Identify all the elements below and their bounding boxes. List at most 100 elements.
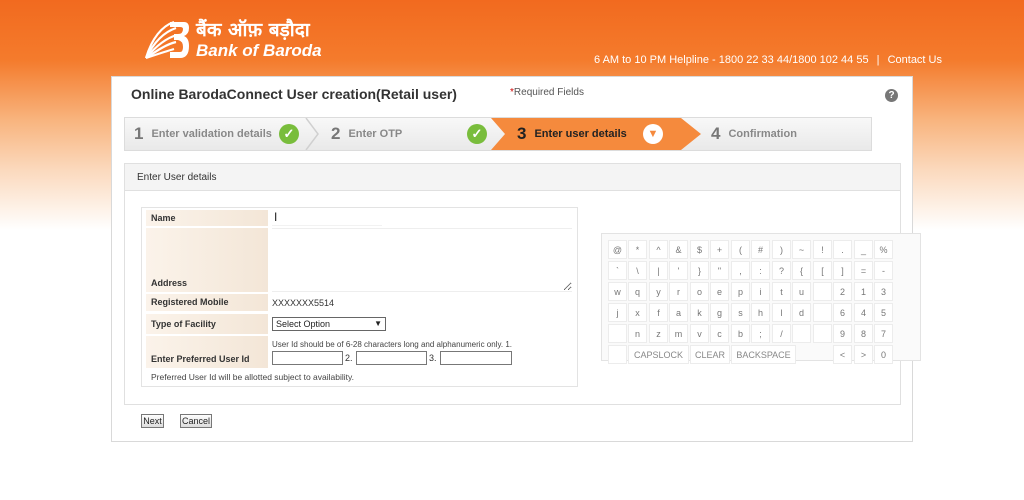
backspace-key[interactable]: BACKSPACE bbox=[731, 345, 796, 364]
helpline-separator: | bbox=[876, 54, 880, 66]
key[interactable]: z bbox=[649, 324, 668, 343]
key[interactable]: < bbox=[833, 345, 852, 364]
key[interactable]: n bbox=[628, 324, 647, 343]
address-input[interactable] bbox=[272, 228, 572, 292]
key[interactable]: ' bbox=[669, 261, 688, 280]
step-4-label: Confirmation bbox=[728, 128, 797, 140]
key[interactable]: l bbox=[772, 303, 791, 322]
key[interactable]: s bbox=[731, 303, 750, 322]
key[interactable]: p bbox=[731, 282, 750, 301]
key[interactable]: a bbox=[669, 303, 688, 322]
key[interactable]: . bbox=[833, 240, 852, 259]
key[interactable]: g bbox=[710, 303, 729, 322]
key[interactable]: ( bbox=[731, 240, 750, 259]
cancel-button[interactable]: Cancel bbox=[180, 414, 212, 428]
userid-hint: User Id should be of 6-28 characters lon… bbox=[272, 340, 512, 349]
key[interactable]: ~ bbox=[792, 240, 811, 259]
key[interactable]: ) bbox=[772, 240, 791, 259]
required-fields-note: *Required Fields bbox=[510, 87, 584, 98]
key[interactable]: 6 bbox=[833, 303, 852, 322]
key[interactable]: \ bbox=[628, 261, 647, 280]
key[interactable]: k bbox=[690, 303, 709, 322]
key[interactable]: 2 bbox=[833, 282, 852, 301]
key[interactable]: y bbox=[649, 282, 668, 301]
key[interactable]: + bbox=[710, 240, 729, 259]
key[interactable]: t bbox=[772, 282, 791, 301]
key[interactable]: i bbox=[751, 282, 770, 301]
key[interactable]: @ bbox=[608, 240, 627, 259]
key-blank bbox=[608, 345, 627, 364]
step-1-check-icon: ✓ bbox=[279, 124, 299, 144]
key[interactable]: & bbox=[669, 240, 688, 259]
key[interactable]: : bbox=[751, 261, 770, 280]
key[interactable]: # bbox=[751, 240, 770, 259]
step-3-dropdown-icon: ▼ bbox=[643, 124, 663, 144]
name-label: Name bbox=[146, 210, 268, 226]
clear-key[interactable]: CLEAR bbox=[690, 345, 730, 364]
key[interactable]: o bbox=[690, 282, 709, 301]
key[interactable]: ! bbox=[813, 240, 832, 259]
key[interactable]: - bbox=[874, 261, 893, 280]
step-2: 2 Enter OTP bbox=[331, 118, 402, 150]
next-button[interactable]: Next bbox=[141, 414, 164, 428]
key[interactable]: ] bbox=[833, 261, 852, 280]
key-blank bbox=[813, 303, 832, 322]
name-input[interactable] bbox=[272, 210, 382, 226]
brand-english: Bank of Baroda bbox=[196, 41, 322, 60]
key[interactable]: w bbox=[608, 282, 627, 301]
key[interactable]: [ bbox=[813, 261, 832, 280]
key-blank bbox=[608, 324, 627, 343]
key[interactable]: x bbox=[628, 303, 647, 322]
key[interactable]: , bbox=[731, 261, 750, 280]
key[interactable]: f bbox=[649, 303, 668, 322]
key[interactable]: e bbox=[710, 282, 729, 301]
key[interactable]: | bbox=[649, 261, 668, 280]
key[interactable]: ? bbox=[772, 261, 791, 280]
helpline-text: 6 AM to 10 PM Helpline - 1800 22 33 44/1… bbox=[594, 54, 869, 66]
page-title: Online BarodaConnect User creation(Retai… bbox=[131, 86, 457, 102]
contact-us-link[interactable]: Contact Us bbox=[888, 54, 942, 66]
userid-input-2[interactable] bbox=[356, 351, 427, 365]
key[interactable]: ` bbox=[608, 261, 627, 280]
userid-input-3[interactable] bbox=[440, 351, 512, 365]
key[interactable]: 1 bbox=[854, 282, 873, 301]
key[interactable]: _ bbox=[854, 240, 873, 259]
helpline-bar: 6 AM to 10 PM Helpline - 1800 22 33 44/1… bbox=[594, 54, 942, 66]
key[interactable]: h bbox=[751, 303, 770, 322]
key[interactable]: 3 bbox=[874, 282, 893, 301]
key[interactable]: 4 bbox=[854, 303, 873, 322]
capslock-key[interactable]: CAPSLOCK bbox=[628, 345, 689, 364]
key[interactable]: 5 bbox=[874, 303, 893, 322]
key[interactable]: ; bbox=[751, 324, 770, 343]
facility-select[interactable]: Select Option ▼ bbox=[272, 317, 386, 331]
bank-logo[interactable]: बैंक ऑफ़ बड़ौदा Bank of Baroda bbox=[140, 18, 322, 62]
key[interactable]: v bbox=[690, 324, 709, 343]
userid-footnote: Preferred User Id will be allotted subje… bbox=[151, 372, 354, 382]
key[interactable]: 7 bbox=[874, 324, 893, 343]
key[interactable]: 0 bbox=[874, 345, 893, 364]
key[interactable]: } bbox=[690, 261, 709, 280]
key[interactable]: / bbox=[772, 324, 791, 343]
key[interactable]: u bbox=[792, 282, 811, 301]
key[interactable]: j bbox=[608, 303, 627, 322]
key[interactable]: b bbox=[731, 324, 750, 343]
key[interactable]: c bbox=[710, 324, 729, 343]
key[interactable]: 9 bbox=[833, 324, 852, 343]
key[interactable]: q bbox=[628, 282, 647, 301]
key[interactable]: d bbox=[792, 303, 811, 322]
key[interactable]: $ bbox=[690, 240, 709, 259]
key[interactable]: % bbox=[874, 240, 893, 259]
step-divider-icon bbox=[305, 118, 319, 150]
key[interactable]: * bbox=[628, 240, 647, 259]
key[interactable]: ^ bbox=[649, 240, 668, 259]
userid-input-1[interactable] bbox=[272, 351, 343, 365]
key[interactable]: { bbox=[792, 261, 811, 280]
key[interactable]: > bbox=[854, 345, 873, 364]
key[interactable]: 8 bbox=[854, 324, 873, 343]
chevron-down-icon: ▼ bbox=[374, 319, 382, 328]
key[interactable]: m bbox=[669, 324, 688, 343]
key[interactable]: = bbox=[854, 261, 873, 280]
help-icon[interactable]: ? bbox=[885, 89, 898, 102]
key[interactable]: r bbox=[669, 282, 688, 301]
key[interactable]: " bbox=[710, 261, 729, 280]
